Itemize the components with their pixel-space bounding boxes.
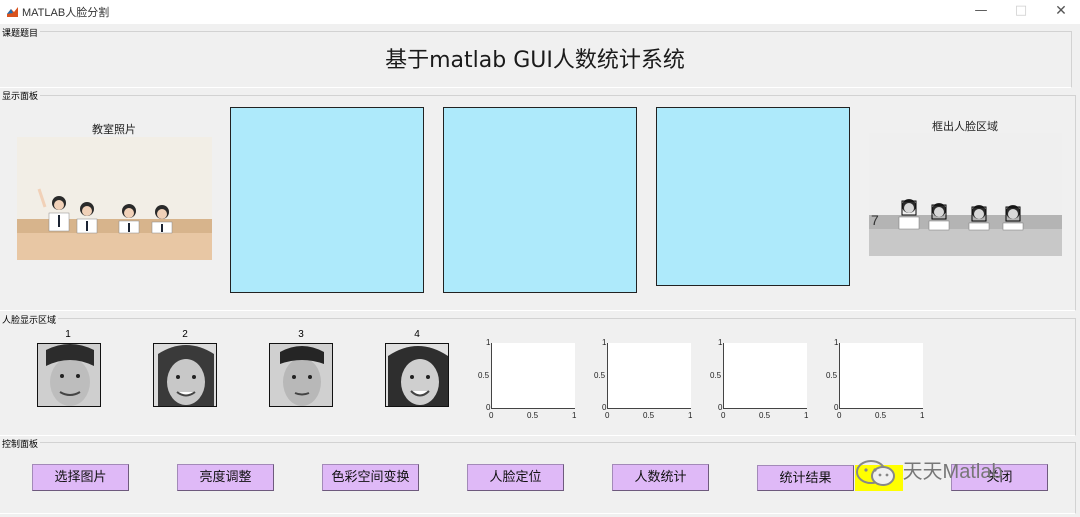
face-image-3 [269,343,333,407]
brightness-adjust-button[interactable]: 亮度调整 [177,464,274,491]
matlab-icon [6,5,19,18]
window-title: MATLAB人脸分割 [22,7,110,19]
face-label-1: 1 [65,329,71,340]
y-tick: 0.5 [710,371,722,380]
detected-faces-caption: 框出人脸区域 [932,120,998,133]
minimize-button[interactable]: — [971,2,991,20]
display-panel-label: 显示面板 [0,89,41,102]
svg-text:7: 7 [871,212,879,228]
face-locate-button[interactable]: 人脸定位 [467,464,564,491]
topic-panel-label: 课题题目 [0,26,41,39]
x-tick: 0 [605,411,610,420]
mini-plot-area [607,343,691,409]
detected-faces-photo: 7 [869,133,1062,256]
y-tick: 1 [602,338,607,347]
select-image-button[interactable]: 选择图片 [32,464,129,491]
display-axes-3 [656,107,850,286]
y-tick: 1 [834,338,839,347]
main-title: 基于matlab GUI人数统计系统 [385,48,685,73]
display-axes-1 [230,107,424,293]
window-titlebar: MATLAB人脸分割 — □ ✕ [0,0,1080,24]
y-tick: 1 [718,338,723,347]
mini-plot-area [839,343,923,409]
x-tick: 0 [489,411,494,420]
x-tick: 0 [837,411,842,420]
control-panel-label: 控制面板 [0,437,41,450]
x-tick: 1 [572,411,577,420]
faces-panel-label: 人脸显示区域 [0,313,59,326]
y-tick: 0.5 [478,371,490,380]
x-tick: 1 [920,411,925,420]
classroom-photo-caption: 教室照片 [92,123,136,136]
y-tick: 1 [486,338,491,347]
x-tick: 0.5 [875,411,887,420]
count-people-button[interactable]: 人数统计 [612,464,709,491]
y-tick: 0.5 [826,371,838,380]
face-image-1 [37,343,101,407]
x-tick: 0.5 [759,411,771,420]
face-label-4: 4 [414,329,420,340]
watermark-text: 天天Matlab [902,461,1003,483]
face-image-4 [385,343,449,407]
face-label-3: 3 [298,329,304,340]
mini-plot-area [723,343,807,409]
close-window-button[interactable]: ✕ [1051,2,1071,20]
statistics-result-button[interactable]: 统计结果 [757,465,854,491]
x-tick: 0 [721,411,726,420]
watermark: 天天Matlab [855,455,1003,488]
x-tick: 0.5 [643,411,655,420]
y-tick: 0.5 [594,371,606,380]
face-label-2: 2 [182,329,188,340]
classroom-photo [17,137,212,260]
x-tick: 0.5 [527,411,539,420]
x-tick: 1 [688,411,693,420]
x-tick: 1 [804,411,809,420]
mini-plot-area [491,343,575,409]
display-axes-2 [443,107,637,293]
maximize-button[interactable]: □ [1011,2,1031,20]
color-space-transform-button[interactable]: 色彩空间变换 [322,464,419,491]
wechat-icon [856,459,895,486]
face-image-2 [153,343,217,407]
